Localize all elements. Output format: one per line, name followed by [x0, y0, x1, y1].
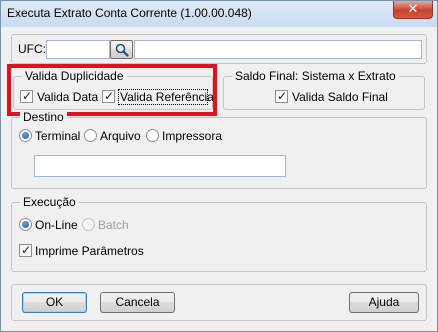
dialog-window: Executa Extrato Conta Corrente (1.00.00.…: [0, 0, 438, 332]
window-title: Executa Extrato Conta Corrente (1.00.00.…: [7, 6, 252, 20]
check-mark-icon: ✓: [21, 243, 32, 257]
check-mark-icon: ✓: [277, 89, 288, 103]
close-icon: ✕: [407, 1, 419, 16]
batch-label[interactable]: Batch: [98, 218, 129, 232]
cancela-button[interactable]: Cancela: [100, 292, 175, 313]
ufc-search-button[interactable]: [110, 40, 133, 59]
destino-legend: Destino: [20, 110, 67, 124]
arquivo-label[interactable]: Arquivo: [100, 129, 141, 143]
terminal-label[interactable]: Terminal: [35, 129, 80, 143]
terminal-radio[interactable]: [19, 129, 32, 142]
ufc-group: UFC:: [11, 34, 427, 64]
valida-saldo-final-checkbox[interactable]: ✓: [275, 89, 288, 103]
execucao-group: Execução On-Line Batch ✓ Imprime Parâmet…: [11, 195, 427, 272]
on-line-label[interactable]: On-Line: [35, 218, 78, 232]
on-line-radio[interactable]: [19, 218, 32, 231]
title-bar[interactable]: Executa Extrato Conta Corrente (1.00.00.…: [1, 1, 437, 27]
ok-button[interactable]: OK: [22, 292, 87, 313]
impressora-radio[interactable]: [146, 129, 159, 142]
ajuda-button[interactable]: Ajuda: [349, 292, 419, 313]
valida-saldo-final-label[interactable]: Valida Saldo Final: [292, 90, 388, 104]
buttons-group: OK Cancela Ajuda: [11, 284, 427, 321]
search-icon: [115, 43, 129, 57]
dialog-client-area: UFC: Valida Duplicidade ✓ Valida Data ✓ …: [7, 28, 431, 327]
red-highlight-box: [7, 64, 217, 116]
destino-group: Destino Terminal Arquivo Impressora: [11, 110, 427, 189]
ufc-code-input[interactable]: [46, 40, 110, 59]
execucao-legend: Execução: [20, 195, 79, 209]
destino-path-input[interactable]: [34, 155, 286, 177]
batch-radio[interactable]: [82, 218, 95, 231]
imprime-parametros-checkbox[interactable]: ✓: [19, 243, 32, 257]
impressora-label[interactable]: Impressora: [162, 129, 222, 143]
arquivo-radio[interactable]: [84, 129, 97, 142]
ufc-label: UFC:: [18, 42, 46, 56]
saldo-final-group: Saldo Final: Sistema x Extrato ✓ Valida …: [223, 69, 425, 110]
ufc-description-input[interactable]: [134, 40, 422, 59]
saldo-final-legend: Saldo Final: Sistema x Extrato: [232, 69, 399, 83]
imprime-parametros-label[interactable]: Imprime Parâmetros: [35, 244, 144, 258]
close-button[interactable]: ✕: [393, 1, 433, 19]
